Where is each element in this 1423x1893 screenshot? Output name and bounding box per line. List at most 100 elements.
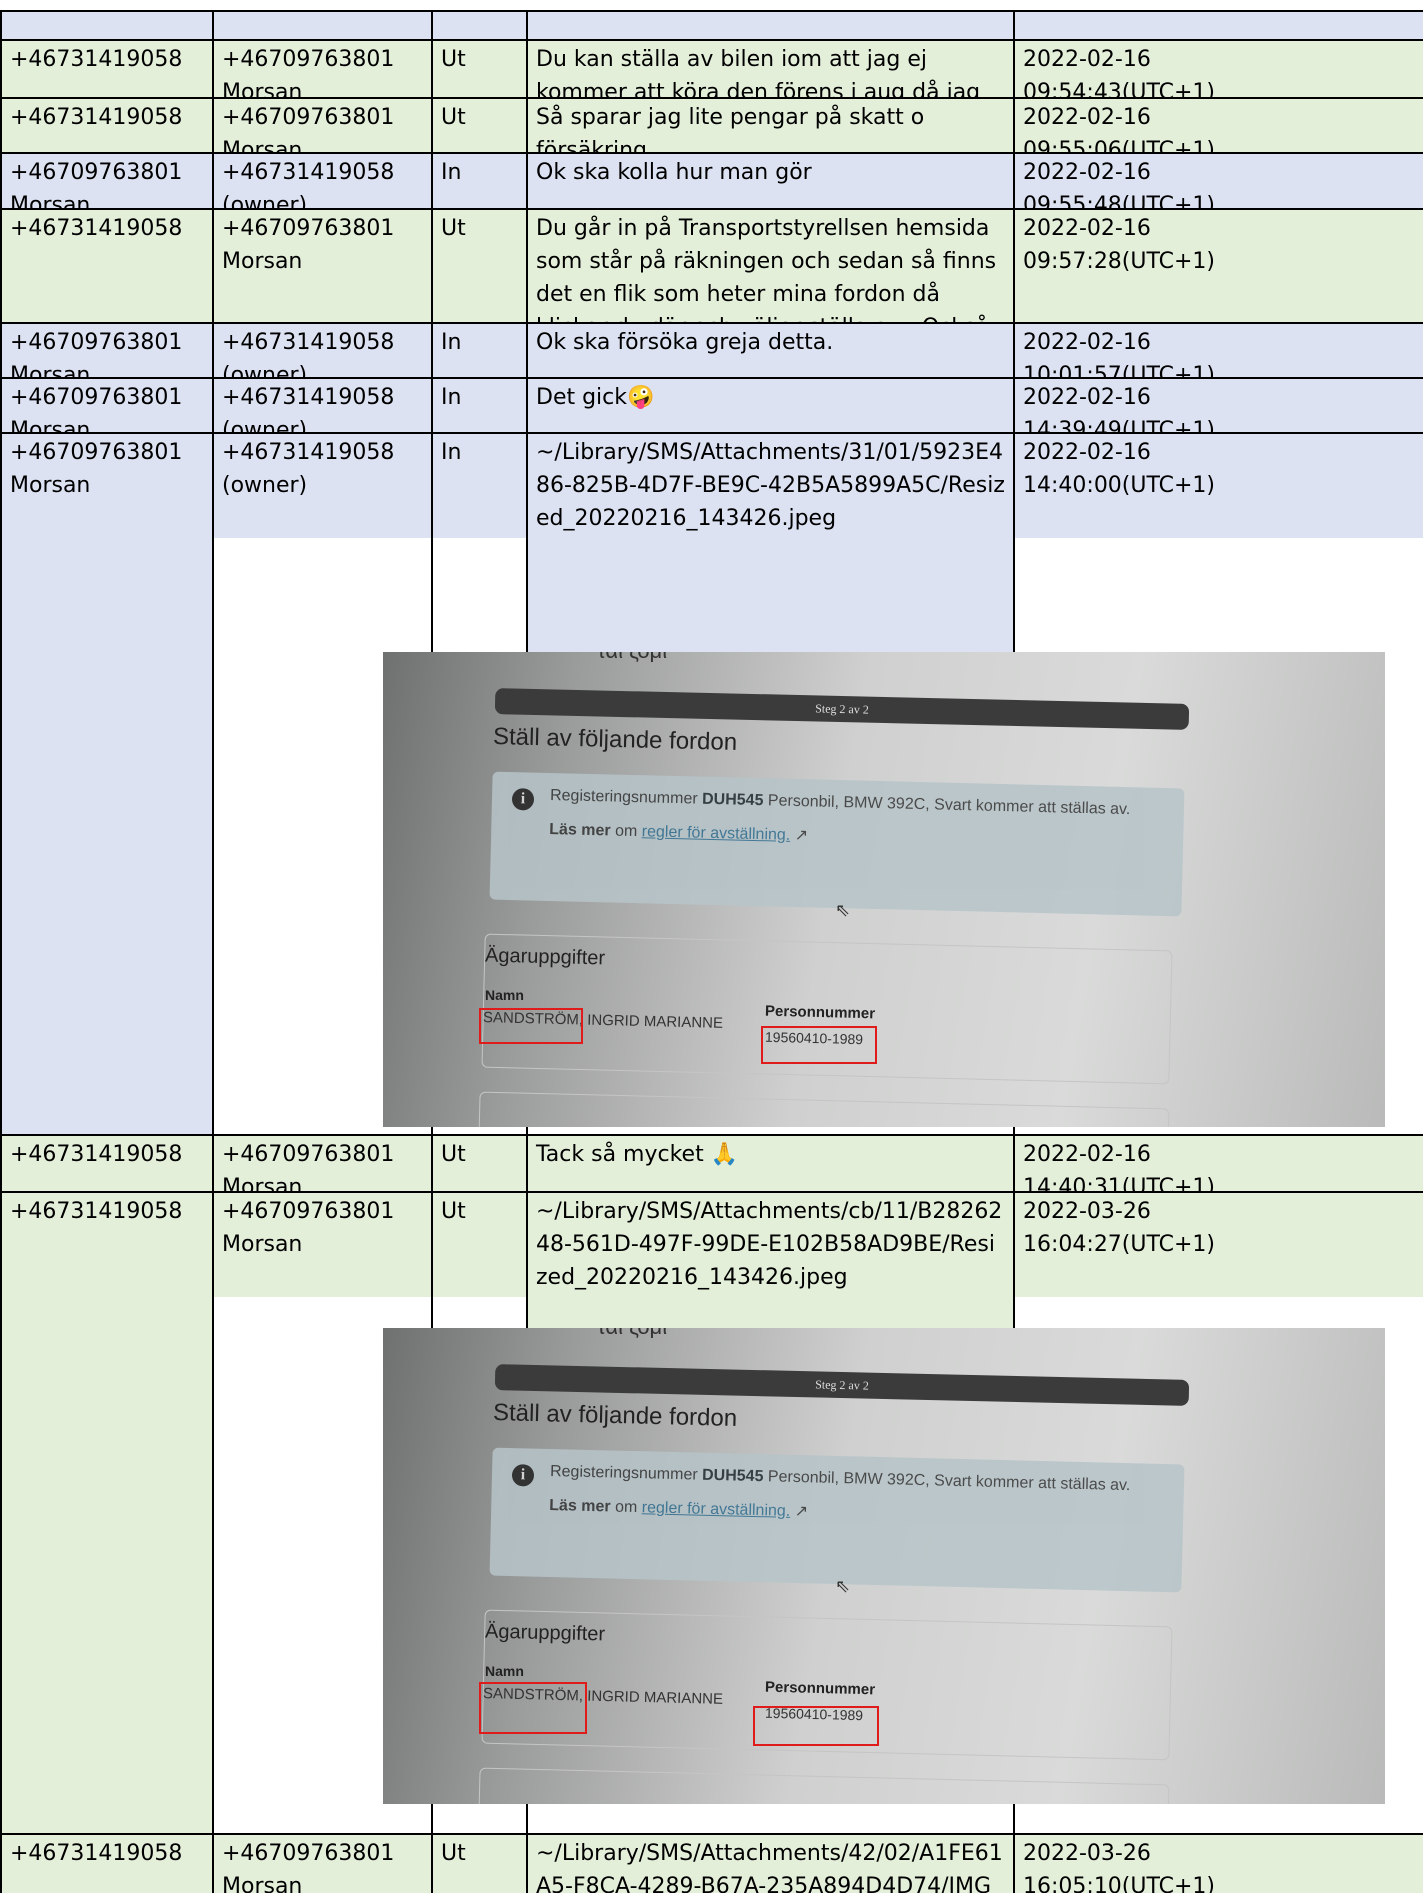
photo-link: regler för avställning. <box>641 1499 791 1520</box>
registration-number: DUH545 <box>701 1466 764 1486</box>
read-more: Läs mer <box>549 820 611 840</box>
photo-step-bar: Steg 2 av 2 <box>494 688 1190 730</box>
cell-direction: In <box>431 322 526 377</box>
cell-to: +46731419058 (owner) <box>212 152 431 208</box>
registration-number: DUH545 <box>701 790 764 810</box>
external-link-icon: ↗ <box>794 1502 809 1521</box>
photo-title: Ställ av följande fordon <box>492 1399 738 1432</box>
cell-to: +46709763801 Morsan <box>212 39 431 97</box>
attachment-path[interactable]: ~/Library/SMS/Attachments/cb/11/B2826248… <box>528 1193 1013 1337</box>
header-cell <box>431 10 526 39</box>
photo-name-label: Namn <box>485 987 524 1003</box>
photo-top-cut: ται ζομι <box>597 1328 667 1340</box>
photo-read-more: Läs mer om regler för avställning. ↗ <box>549 1495 808 1521</box>
cell-direction: Ut <box>431 1833 526 1893</box>
read-more: Läs mer <box>549 1496 611 1516</box>
cell-message: Du går in på Transportstyrellsen hemsida… <box>526 208 1013 322</box>
photo-info-text: Registeringsnummer DUH545 Personbil, BMW… <box>550 787 1131 819</box>
photo-info-box: i Registeringsnummer DUH545 Personbil, B… <box>489 771 1185 917</box>
header-cell <box>212 10 431 39</box>
header-cell <box>526 10 1013 39</box>
photo-pn-label: Personnummer <box>764 1678 876 1699</box>
redaction-box <box>479 1682 587 1734</box>
photo-info-box: i Registeringsnummer DUH545 Personbil, B… <box>489 1447 1185 1593</box>
cell-to: +46731419058 (owner) <box>212 377 431 432</box>
cell-direction-text: In <box>433 434 526 538</box>
cell-from: +46731419058 <box>0 1833 212 1893</box>
cell-from: +46731419058 <box>0 1134 212 1191</box>
info-suffix: Personbil, BMW 392C, Svart kommer att st… <box>767 792 1131 819</box>
cell-timestamp-text: 2022-03-26 16:04:27(UTC+1) <box>1015 1193 1423 1297</box>
cell-message: Ok ska försöka greja detta. <box>526 322 1013 377</box>
photo-pn-label: Personnummer <box>764 1002 876 1023</box>
redaction-box <box>753 1706 879 1746</box>
cell-from: +46731419058 <box>0 39 212 97</box>
redaction-box <box>479 1008 583 1044</box>
read-om: om <box>614 822 638 841</box>
message-table: +46731419058 +46709763801 Morsan Ut Du k… <box>0 0 1423 1893</box>
cell-message: Ok ska kolla hur man gör <box>526 152 1013 208</box>
cell-direction: In <box>431 152 526 208</box>
cell-from: +46731419058 <box>0 97 212 152</box>
read-om: om <box>614 1498 638 1517</box>
photo-bottom-card <box>478 1091 1170 1127</box>
photo-step-bar: Steg 2 av 2 <box>494 1364 1190 1406</box>
cell-from: +46709763801 Morsan <box>0 432 212 1134</box>
cell-timestamp-text: 2022-02-16 14:40:00(UTC+1) <box>1015 434 1423 538</box>
photo-read-more: Läs mer om regler för avställning. ↗ <box>549 819 808 845</box>
cell-timestamp: 2022-02-16 09:54:43(UTC+1) <box>1013 39 1423 97</box>
info-prefix: Registeringsnummer <box>549 786 698 808</box>
info-suffix: Personbil, BMW 392C, Svart kommer att st… <box>767 1468 1131 1495</box>
photo-owner-title: Ägaruppgifter <box>484 1620 606 1646</box>
cell-timestamp: 2022-03-26 16:05:10(UTC+1) <box>1013 1833 1423 1893</box>
cell-message: Du kan ställa av bilen iom att jag ej ko… <box>526 39 1013 97</box>
info-icon: i <box>511 1464 535 1487</box>
cell-to: +46731419058 (owner) <box>212 322 431 377</box>
photo-owner-title: Ägaruppgifter <box>484 944 606 970</box>
cell-direction: In <box>431 377 526 432</box>
external-link-icon: ↗ <box>794 826 809 845</box>
info-prefix: Registeringsnummer <box>549 1462 698 1484</box>
attachment-photo: ται ζομι Steg 2 av 2 Ställ av följande f… <box>383 1328 1385 1804</box>
cell-direction: Ut <box>431 97 526 152</box>
attachment-photo: ται ζομι Steg 2 av 2 Ställ av följande f… <box>383 652 1385 1127</box>
photo-title: Ställ av följande fordon <box>492 723 738 756</box>
cell-to: +46709763801 Morsan <box>212 1134 431 1191</box>
header-cell <box>1013 10 1423 39</box>
cell-to: +46709763801 Morsan <box>212 1833 431 1893</box>
cell-timestamp: 2022-02-16 09:55:06(UTC+1) <box>1013 97 1423 152</box>
photo-bottom-card <box>478 1767 1170 1804</box>
cell-direction: Ut <box>431 39 526 97</box>
cell-to-text: +46709763801 Morsan <box>214 1193 431 1297</box>
info-icon: i <box>511 788 535 811</box>
cell-direction-text: Ut <box>433 1193 526 1297</box>
cell-timestamp: 2022-02-16 09:55:48(UTC+1) <box>1013 152 1423 208</box>
cell-timestamp: 2022-02-16 10:01:57(UTC+1) <box>1013 322 1423 377</box>
photo-name-label: Namn <box>485 1663 524 1679</box>
cell-from: +46709763801 Morsan <box>0 377 212 432</box>
cell-timestamp: 2022-02-16 14:39:49(UTC+1) <box>1013 377 1423 432</box>
cell-from: +46731419058 <box>0 208 212 322</box>
cell-to-text: +46731419058 (owner) <box>214 434 431 538</box>
photo-top-cut: ται ζομι <box>597 652 667 664</box>
cell-direction: Ut <box>431 208 526 322</box>
cell-from: +46709763801 Morsan <box>0 322 212 377</box>
cell-message[interactable]: ~/Library/SMS/Attachments/42/02/A1FE61A5… <box>526 1833 1013 1893</box>
cell-to: +46709763801 Morsan <box>212 208 431 322</box>
attachment-path[interactable]: ~/Library/SMS/Attachments/31/01/5923E486… <box>528 434 1013 654</box>
cell-direction: Ut <box>431 1134 526 1191</box>
cursor-icon: ⇖ <box>835 900 851 921</box>
redaction-box <box>761 1026 877 1064</box>
cursor-icon: ⇖ <box>835 1576 851 1597</box>
cell-timestamp: 2022-02-16 14:40:31(UTC+1) <box>1013 1134 1423 1191</box>
cell-message: Så sparar jag lite pengar på skatt o för… <box>526 97 1013 152</box>
header-cell <box>0 10 212 39</box>
photo-link: regler för avställning. <box>641 823 791 844</box>
photo-info-text: Registeringsnummer DUH545 Personbil, BMW… <box>550 1463 1131 1495</box>
cell-message: Tack så mycket 🙏 <box>526 1134 1013 1191</box>
cell-to: +46709763801 Morsan <box>212 97 431 152</box>
cell-from: +46731419058 <box>0 1191 212 1833</box>
cell-message: Det gick🤪 <box>526 377 1013 432</box>
cell-timestamp: 2022-02-16 09:57:28(UTC+1) <box>1013 208 1423 322</box>
cell-from: +46709763801 Morsan <box>0 152 212 208</box>
